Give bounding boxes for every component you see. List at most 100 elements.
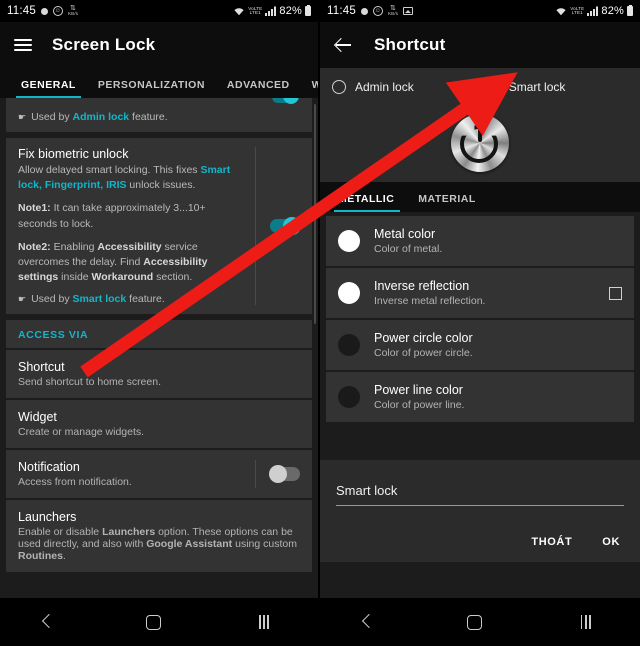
tab-general[interactable]: GENERAL [10,79,87,98]
biometric-used-by: ☛ Used by Smart lock feature. [18,293,247,305]
row-notification-subtitle: Access from notification. [18,475,132,488]
notification-toggle[interactable] [269,464,300,483]
launchers-p1: Enable or disable [18,525,103,538]
dot-icon [40,7,48,15]
emoji-icon: ☺ [52,6,63,16]
biometric-card-desc: Allow delayed smart locking. This fixes … [18,163,247,193]
volte-icon: VoLTE LTE1 [248,5,263,15]
used-by-suffix: feature. [129,292,165,305]
row-widget-title: Widget [18,409,57,424]
row-notification[interactable]: Notification Access from notification. [6,449,312,498]
back-arrow-icon[interactable] [334,35,354,55]
launchers-desc: Enable or disable Launchers option. Thes… [18,526,300,562]
app-bar: Screen Lock [0,22,318,68]
cancel-button[interactable]: THOÁT [531,536,572,548]
color-row-subtitle: Color of metal. [374,243,443,255]
tab-bar: GENERAL PERSONALIZATION ADVANCED WORKARO… [0,68,318,98]
color-swatch[interactable] [338,334,360,356]
page-title: Screen Lock [52,35,156,54]
note2-g: section. [153,271,193,284]
power-button-icon[interactable] [451,114,509,172]
admin-lock-link[interactable]: Admin lock [73,111,130,123]
battery-icon [305,4,311,16]
radio-smart-lock[interactable]: Smart lock [485,80,566,94]
used-by-suffix: feature. [132,111,168,123]
row-widget[interactable]: Widget Create or manage widgets. [6,399,312,448]
settings-list[interactable]: ☛ Used by Admin lock feature. Fix biomet… [0,98,318,598]
color-row-inverse-reflection[interactable]: Inverse reflection Inverse metal reflect… [326,268,634,318]
home-icon[interactable] [146,614,162,630]
divider [255,147,256,305]
color-row-subtitle: Color of power line. [374,399,465,411]
row-launchers[interactable]: Launchers Enable or disable Launchers op… [6,499,312,572]
nav-bar [0,598,318,646]
pointer-icon: ☛ [18,112,27,122]
ok-button[interactable]: OK [602,536,620,548]
color-row-power-circle[interactable]: Power circle color Color of power circle… [326,320,634,370]
note2-a: Enabling [50,240,98,253]
dual-screenshot: 11:45 ☺ ⇅ KB/s VoLTE LTE1 82% Screen Loc… [0,0,640,646]
radio-admin-lock[interactable]: Admin lock [332,80,414,94]
scrollbar[interactable] [314,104,316,324]
left-phone-screen: 11:45 ☺ ⇅ KB/s VoLTE LTE1 82% Screen Loc… [0,0,320,646]
used-by-prefix: Used by [31,111,70,123]
color-row-title: Power circle color [374,331,473,345]
color-row-title: Inverse reflection [374,279,470,293]
status-bar-right: VoLTE LTE1 82% [233,4,311,17]
tab-metallic[interactable]: METALLIC [334,193,406,212]
color-swatch[interactable] [338,230,360,252]
smart-lock-link[interactable]: Smart lock [73,293,127,305]
note1-label: Note1: [18,202,51,215]
hamburger-icon[interactable] [14,38,32,52]
fix-biometric-unlock-card[interactable]: Fix biometric unlock Allow delayed smart… [6,138,312,314]
color-swatch[interactable] [338,386,360,408]
data-speed-icon: ⇅ KB/s [387,5,399,17]
color-row-title: Metal color [374,227,436,241]
radio-icon[interactable] [332,80,346,94]
app-bar: Shortcut [320,22,640,68]
nav-bar [320,598,640,646]
launchers-title: Launchers [18,509,77,524]
tab-material[interactable]: MATERIAL [406,193,487,212]
biometric-note1: Note1: It can take approximately 3...10+… [18,201,247,231]
desc-pre: Allow delayed smart locking. This fixes [18,164,201,176]
launchers-b2: Google Assistant [146,537,233,550]
recents-icon[interactable] [258,615,270,629]
tab-workaround[interactable]: WORKAROUND [301,79,318,98]
shortcut-name-input[interactable]: Smart lock [336,482,624,506]
volte-icon: VoLTE LTE1 [570,5,585,15]
row-notification-title: Notification [18,459,80,474]
launchers-p4: . [62,549,66,562]
home-icon[interactable] [467,614,483,630]
recents-icon[interactable] [580,615,591,629]
radio-admin-lock-label: Admin lock [355,80,414,94]
note2-label: Note2: [18,240,51,253]
launchers-p3: using custom [232,537,297,550]
battery-percent: 82% [601,5,624,17]
status-bar: 11:45 ☺ ⇅ KB/s VoLTE LTE1 82% [0,0,318,22]
dot-icon [360,7,368,15]
biometric-card-title: Fix biometric unlock [18,147,129,161]
data-speed-icon: ⇅ KB/s [67,5,79,17]
inverse-reflection-checkbox[interactable] [609,286,622,300]
admin-lock-used-by: ☛ Used by Admin lock feature. [18,111,300,123]
icon-preview [320,104,640,182]
admin-lock-card-partial[interactable]: ☛ Used by Admin lock feature. [6,98,312,132]
note2-f: Workaround [91,271,154,284]
radio-selected-icon[interactable] [485,80,500,94]
radio-smart-lock-label: Smart lock [508,80,566,94]
image-icon [403,7,414,15]
tab-personalization[interactable]: PERSONALIZATION [87,79,216,98]
dialog-bottom-pad [320,552,640,562]
row-shortcut[interactable]: Shortcut Send shortcut to home screen. [6,349,312,398]
admin-lock-toggle[interactable] [272,98,299,104]
divider [255,459,256,488]
battery-icon [627,4,633,16]
pointer-icon: ☛ [18,293,27,304]
shortcut-name-value: Smart lock [336,483,398,498]
color-swatch[interactable] [338,282,360,304]
color-row-power-line[interactable]: Power line color Color of power line. [326,372,634,422]
color-row-metal[interactable]: Metal color Color of metal. [326,216,634,266]
tab-advanced[interactable]: ADVANCED [216,79,301,98]
fix-biometric-toggle[interactable] [270,216,301,235]
